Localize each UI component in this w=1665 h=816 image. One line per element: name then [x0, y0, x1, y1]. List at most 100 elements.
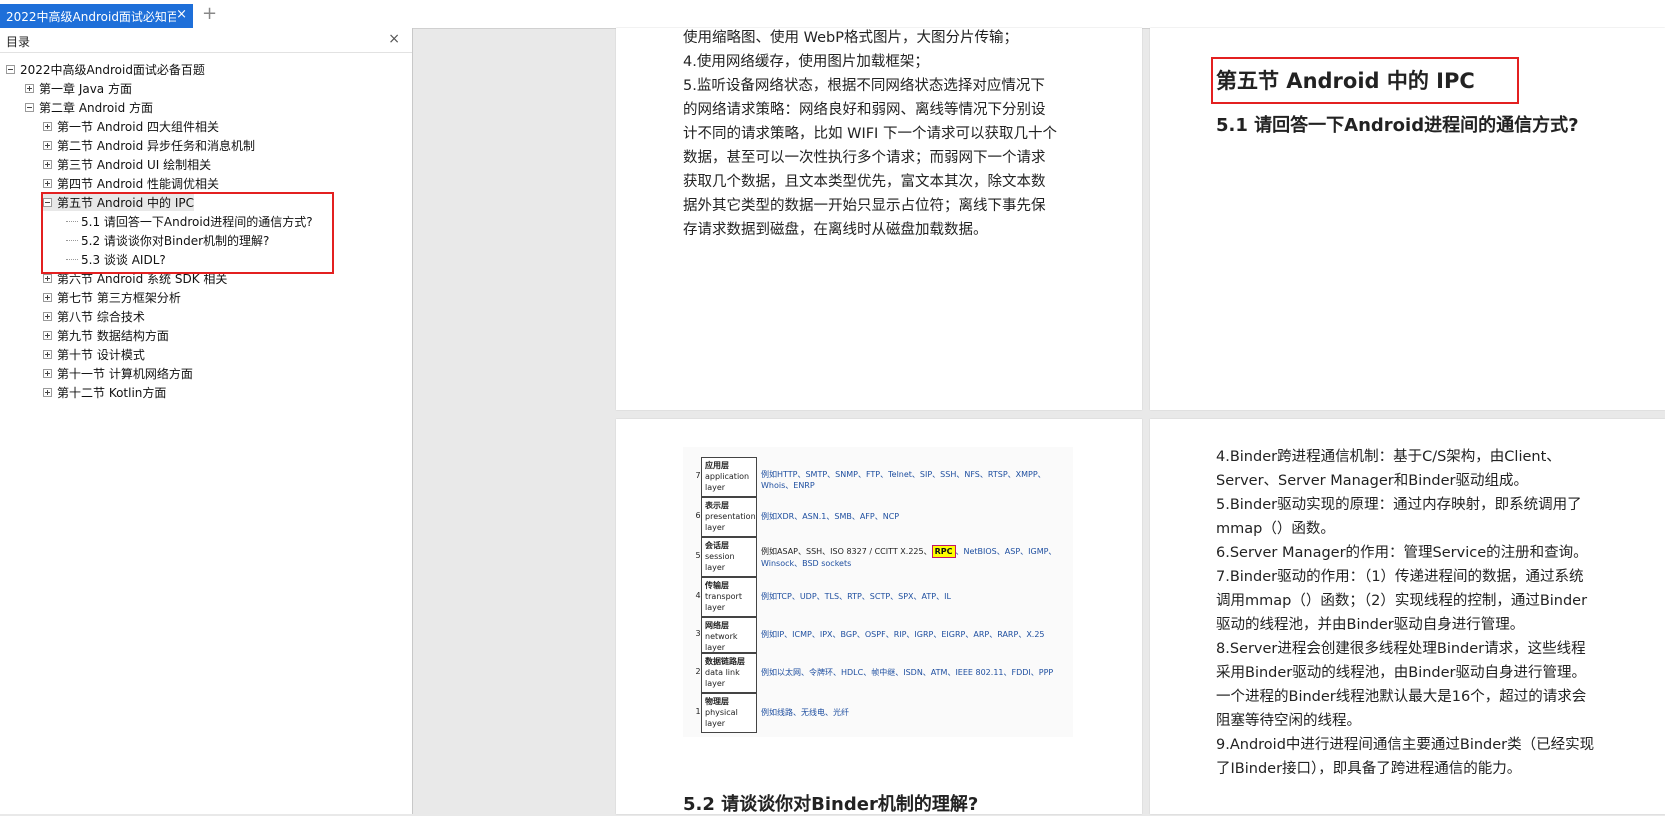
layer-name-cn: 物理层 [705, 697, 729, 706]
expand-icon[interactable] [25, 83, 34, 93]
text-line: 6.Server Manager的作用：管理Service的注册和查询。 [1216, 545, 1588, 561]
expand-icon[interactable] [43, 349, 52, 359]
text-line: 的网络请求策略：网络良好和弱网、离线等情况下分别设 [683, 102, 1046, 118]
toc-section-3[interactable]: 第三节 Android UI 绘制相关 [43, 155, 211, 173]
expand-icon[interactable] [43, 387, 52, 397]
osi-layer-3: 3 网络层 network layer 例如IP、ICMP、IPX、BGP、OSP… [683, 617, 1073, 653]
layer-name-cell: 会话层 session layer [701, 537, 757, 577]
layer-name-cell: 应用层 application layer [701, 457, 757, 497]
layer-name-cn: 会话层 [705, 541, 729, 550]
collapse-icon[interactable] [6, 64, 15, 74]
layer-name-cell: 物理层 physical layer [701, 693, 757, 733]
text-line: 获取几个数据，且文本类型优先，富文本其次，除文本数 [683, 174, 1046, 190]
text-line: 使用缩略图、使用 WebP格式图片，大图分片传输； [683, 30, 1018, 46]
toc-root[interactable]: 2022中高级Android面试必备百题 [6, 60, 205, 78]
toc-section-label: 第九节 数据结构方面 [57, 328, 169, 343]
expand-icon[interactable] [43, 159, 52, 169]
subsection-heading-5-2: 5.2 请谈谈你对Binder机制的理解? [683, 794, 979, 815]
toc-chapter-2[interactable]: 第二章 Android 方面 [25, 98, 153, 116]
layer-protocols: 例如HTTP、SMTP、SNMP、FTP、Telnet、SIP、SSH、NFS、… [761, 470, 1046, 490]
page4-paragraph: 4.Binder跨进程通信机制：基于C/S架构，由Client、 Server、… [1216, 445, 1656, 781]
toc-section-label: 第十二节 Kotlin方面 [57, 385, 167, 400]
text-line: 8.Server进程会创建很多线程处理Binder请求，这些线程 [1216, 641, 1586, 657]
document-page-1: 使用缩略图、使用 WebP格式图片，大图分片传输； 4.使用网络缓存，使用图片加… [616, 28, 1142, 410]
page1-paragraph: 使用缩略图、使用 WebP格式图片，大图分片传输； 4.使用网络缓存，使用图片加… [683, 26, 1113, 242]
expand-icon[interactable] [43, 368, 52, 378]
toc-header: 目录 × [0, 28, 412, 53]
osi-layer-6: 6 表示层 presentation layer 例如XDR、ASN.1、SMB、… [683, 497, 1073, 537]
toc-section-label: 第三节 Android UI 绘制相关 [57, 157, 212, 172]
toc-root-label: 2022中高级Android面试必备百题 [20, 62, 205, 77]
layer-name-cn: 数据链路层 [705, 657, 745, 666]
toc-section-1[interactable]: 第一节 Android 四大组件相关 [43, 117, 219, 135]
layer-protocols: 例如IP、ICMP、IPX、BGP、OSPF、RIP、IGRP、EIGRP、AR… [761, 630, 1045, 639]
toc-section-11[interactable]: 第十一节 计算机网络方面 [43, 364, 193, 382]
osi-layer-1: 1 物理层 physical layer 例如线路、无线电、光纤 [683, 693, 1073, 733]
text-line: 9.Android中进行进程间通信主要通过Binder类（已经实现 [1216, 737, 1595, 753]
toc-section-label: 第四节 Android 性能调优相关 [57, 176, 220, 191]
text-line: mmap（）函数。 [1216, 521, 1335, 537]
text-line: 驱动的线程池，并由Binder驱动自身进行管理。 [1216, 617, 1525, 633]
toc-section-4[interactable]: 第四节 Android 性能调优相关 [43, 174, 219, 192]
expand-icon[interactable] [43, 292, 52, 302]
layer-name-en: presentation layer [705, 512, 756, 532]
close-tab-icon[interactable]: × [176, 7, 187, 22]
toc-section-10[interactable]: 第十节 设计模式 [43, 345, 145, 363]
toc-section-label: 第十节 设计模式 [57, 347, 145, 362]
toc-title: 目录 [6, 35, 31, 49]
expand-icon[interactable] [43, 140, 52, 150]
toc-section-8[interactable]: 第八节 综合技术 [43, 307, 145, 325]
layer-protocols: 例如TCP、UDP、TLS、RTP、SCTP、SPX、ATP、IL [761, 592, 951, 601]
toc-chapter-label: 第一章 Java 方面 [39, 81, 132, 96]
osi-layer-2: 2 数据链路层 data link layer 例如以太网、令牌环、HDLC、帧中… [683, 653, 1073, 693]
toc-section-label: 第二节 Android 异步任务和消息机制 [57, 138, 256, 153]
heading-highlight-box [1211, 57, 1519, 104]
text-line: 4.Binder跨进程通信机制：基于C/S架构，由Client、 [1216, 449, 1561, 465]
expand-icon[interactable] [43, 273, 52, 283]
toc-chapter-label: 第二章 Android 方面 [39, 100, 154, 115]
text-line: 5.Binder驱动实现的原理：通过内存映射，即系统调用了 [1216, 497, 1582, 513]
toc-section-9[interactable]: 第九节 数据结构方面 [43, 326, 169, 344]
expand-icon[interactable] [43, 178, 52, 188]
collapse-icon[interactable] [25, 102, 34, 112]
close-toc-icon[interactable]: × [388, 31, 400, 47]
layer-name-en: data link layer [705, 668, 740, 688]
text-line: 7.Binder驱动的作用：（1）传递进程间的数据，通过系统 [1216, 569, 1584, 585]
toc-section-label: 第七节 第三方框架分析 [57, 290, 181, 305]
layer-protocols: 例如以太网、令牌环、HDLC、帧中继、ISDN、ATM、IEEE 802.11、… [761, 668, 1054, 677]
toc-section-2[interactable]: 第二节 Android 异步任务和消息机制 [43, 136, 255, 154]
tab-bar: 2022中高级Android面试必知百 × + [0, 0, 1665, 29]
text-line: 计不同的请求策略，比如 WIFI 下一个请求可以获取几十个 [683, 126, 1057, 142]
document-page-2: 第五节 Android 中的 IPC 5.1 请回答一下Android进程间的通… [1150, 28, 1665, 410]
layer-name-cn: 网络层 [705, 621, 729, 630]
layer-protocols: 例如XDR、ASN.1、SMB、AFP、NCP [761, 512, 900, 521]
document-tab[interactable]: 2022中高级Android面试必知百 × [0, 4, 193, 28]
layer-name-en: physical layer [705, 708, 738, 728]
osi-layer-4: 4 传输层 transport layer 例如TCP、UDP、TLS、RTP、S… [683, 577, 1073, 617]
text-line: 5.监听设备网络状态，根据不同网络状态选择对应情况下 [683, 78, 1045, 94]
osi-layer-7: 7 应用层 application layer 例如HTTP、SMTP、SNMP、… [683, 457, 1073, 497]
layer-name-cn: 传输层 [705, 581, 729, 590]
osi-model-figure: 7 应用层 application layer 例如HTTP、SMTP、SNMP、… [683, 447, 1073, 737]
expand-icon[interactable] [43, 311, 52, 321]
toc-section-12[interactable]: 第十二节 Kotlin方面 [43, 383, 166, 401]
text-line: 采用Binder驱动的线程池，由Binder驱动自身进行管理。 [1216, 665, 1587, 681]
rpc-highlight: RPC [931, 545, 956, 558]
toc-section-label: 第八节 综合技术 [57, 309, 145, 324]
text-line: 4.使用网络缓存，使用图片加载框架； [683, 54, 929, 70]
layer-name-cell: 网络层 network layer [701, 617, 757, 653]
expand-icon[interactable] [43, 330, 52, 340]
expand-icon[interactable] [43, 121, 52, 131]
toc-section-label: 第十一节 计算机网络方面 [57, 366, 193, 381]
new-tab-icon[interactable]: + [202, 3, 217, 24]
toc-section-7[interactable]: 第七节 第三方框架分析 [43, 288, 181, 306]
text-line: 数据，甚至可以一次性执行多个请求；而弱网下一个请求 [683, 150, 1046, 166]
layer-name-en: network layer [705, 632, 738, 652]
toc-chapter-1[interactable]: 第一章 Java 方面 [25, 79, 132, 97]
document-tab-label: 2022中高级Android面试必知百 [6, 9, 176, 24]
layer-name-cn: 表示层 [705, 501, 729, 510]
text-line: 一个进程的Binder线程池默认最大是16个，超过的请求会 [1216, 689, 1587, 705]
osi-layer-5: 5 会话层 session layer 例如ASAP、SSH、ISO 8327 /… [683, 537, 1073, 577]
layer-name-en: transport layer [705, 592, 742, 612]
text-line: Server、Server Manager和Binder驱动组成。 [1216, 473, 1529, 489]
